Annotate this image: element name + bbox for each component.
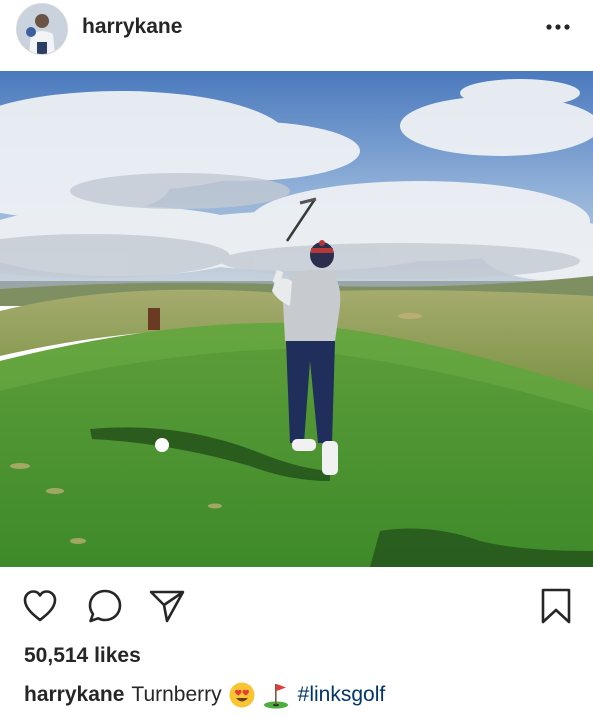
likes-count[interactable]: 50,514 likes	[24, 644, 141, 668]
golf-flag-emoji	[262, 681, 290, 709]
bookmark-icon[interactable]	[537, 587, 575, 625]
golf-photo	[0, 71, 593, 567]
heart-icon[interactable]	[21, 587, 59, 625]
avatar-image	[17, 4, 67, 54]
more-dots-icon[interactable]	[541, 10, 575, 44]
caption-text: Turnberry	[131, 683, 222, 706]
comment-bubble-icon[interactable]	[86, 587, 124, 625]
heart-eyes-emoji	[228, 681, 256, 709]
hashtag-link[interactable]: #linksgolf	[298, 683, 386, 707]
action-bar	[0, 567, 593, 639]
avatar[interactable]	[16, 3, 68, 55]
post-photo[interactable]	[0, 71, 593, 567]
caption-username[interactable]: harrykane	[24, 683, 124, 707]
paper-plane-icon[interactable]	[148, 587, 186, 625]
post-caption: harrykane Turnberry #linksgolf	[24, 681, 385, 709]
post-username[interactable]: harrykane	[82, 15, 182, 39]
post-header: harrykane	[0, 0, 593, 71]
